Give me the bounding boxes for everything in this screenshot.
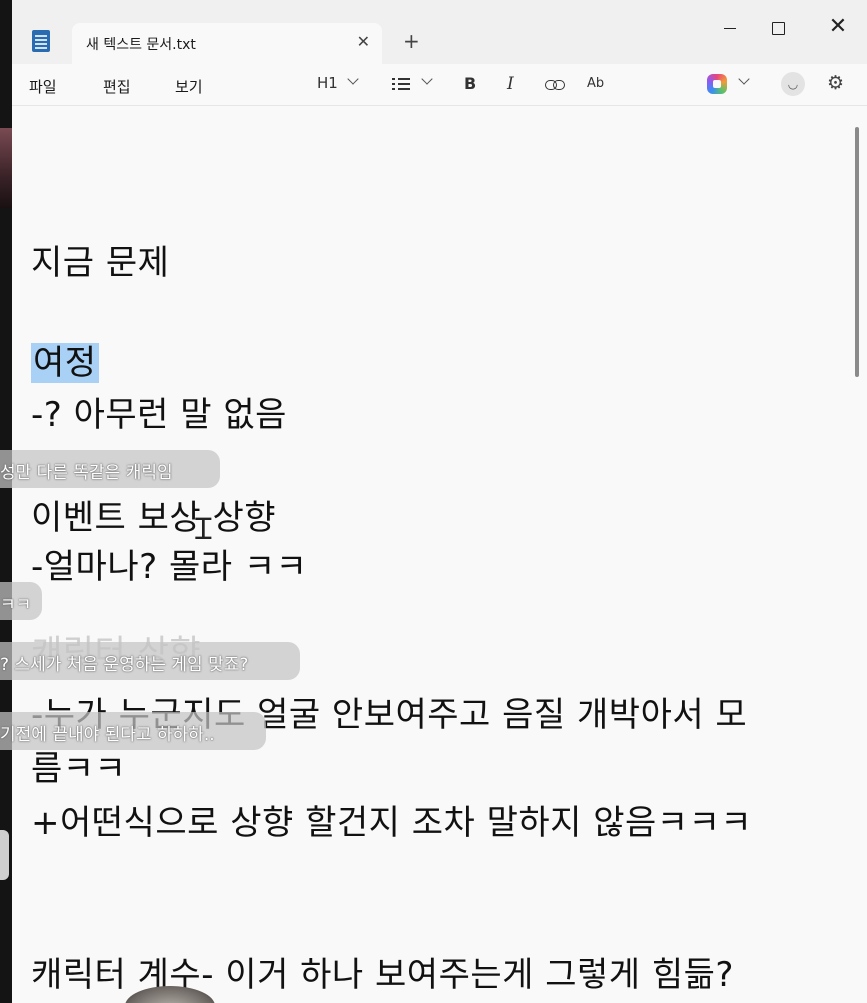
doc-line: -얼마나? 몰라 ㅋㅋ <box>31 547 308 587</box>
tab-document[interactable]: 새 텍스트 문서.txt ✕ <box>72 23 382 64</box>
italic-button[interactable]: I <box>507 74 514 94</box>
heading-dropdown[interactable]: H1 <box>317 74 338 92</box>
close-tab-icon[interactable]: ✕ <box>357 32 370 51</box>
notepad-window: 새 텍스트 문서.txt ✕ + ✕ 파일 편집 보기 H1 B I Ab ◡ … <box>12 0 867 1003</box>
chat-message: 성만 다른 똑같은 캐릭임 <box>0 450 220 488</box>
list-icon[interactable] <box>392 78 410 90</box>
doc-line: 이벤트 보상 상향 <box>31 498 277 538</box>
doc-line: 지금 문제 <box>31 243 170 283</box>
text-editor[interactable]: 지금 문제 여정 -? 아무런 말 없음 이벤트 보상 상향 -얼마나? 몰라 … <box>12 107 867 1003</box>
profile-icon[interactable]: ◡ <box>781 72 805 96</box>
maximize-button[interactable] <box>760 14 796 42</box>
bold-button[interactable]: B <box>464 74 476 93</box>
spellcheck-button[interactable]: Ab <box>587 76 604 91</box>
chevron-down-icon <box>738 73 750 85</box>
notepad-icon <box>32 30 50 52</box>
text-cursor-icon: Ɪ <box>195 512 212 547</box>
title-bar: 새 텍스트 문서.txt ✕ + ✕ <box>12 0 867 64</box>
doc-line: +어떤식으로 상향 할건지 조차 말하지 않음ㅋㅋㅋ <box>31 803 753 843</box>
doc-line: 캐릭터 계수- 이거 하나 보여주는게 그렇게 힘듦? <box>31 955 734 995</box>
scrollbar[interactable] <box>855 127 859 377</box>
tab-title: 새 텍스트 문서.txt <box>86 37 196 53</box>
link-icon[interactable] <box>545 79 565 91</box>
minimize-button[interactable] <box>712 14 748 42</box>
close-window-button[interactable]: ✕ <box>820 12 856 42</box>
chevron-down-icon <box>421 73 433 85</box>
copilot-icon[interactable] <box>707 74 727 94</box>
doc-line: -? 아무런 말 없음 <box>31 395 287 435</box>
chevron-down-icon <box>347 73 359 85</box>
new-tab-button[interactable]: + <box>403 29 420 53</box>
doc-line-selected: 여정 <box>31 335 99 384</box>
selected-text: 여정 <box>31 343 99 383</box>
chat-message: ? 스세가 처음 운영하는 게임 맞죠? <box>0 642 300 680</box>
menu-bar: 파일 편집 보기 H1 B I Ab ◡ ⚙ <box>12 64 867 106</box>
gear-icon[interactable]: ⚙ <box>827 72 844 94</box>
chat-message: ㅋㅋ <box>0 582 42 620</box>
stream-thumbnail <box>0 128 12 208</box>
menu-edit[interactable]: 편집 <box>103 76 131 97</box>
menu-view[interactable]: 보기 <box>175 76 203 97</box>
side-panel-tab <box>0 830 9 880</box>
chat-message: 기전에 끝내야 된다고 하하하.. <box>0 712 266 750</box>
menu-file[interactable]: 파일 <box>29 76 57 97</box>
